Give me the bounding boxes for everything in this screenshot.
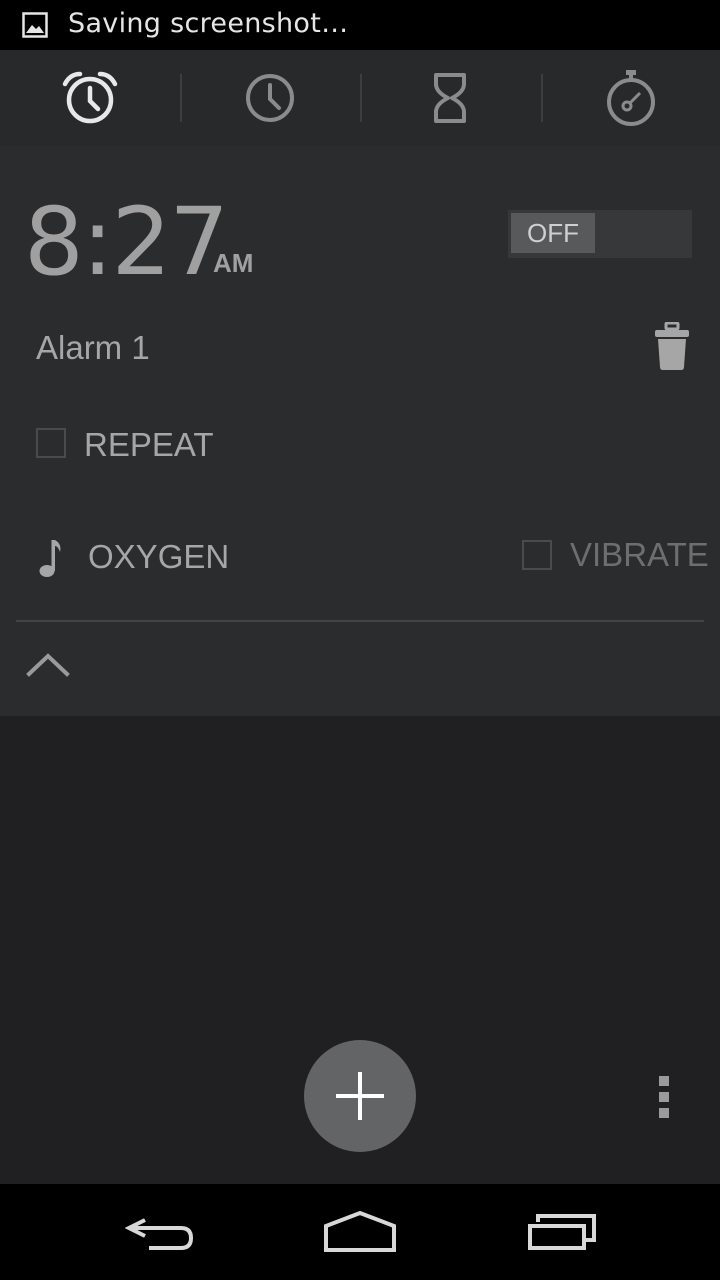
alarm-ampm: AM <box>213 248 254 278</box>
tab-alarm[interactable] <box>0 50 180 146</box>
alarm-card[interactable]: 8:27 AM OFF Alarm 1 REPEAT OXYGEN VIBRAT… <box>0 146 720 716</box>
alarm-label[interactable]: Alarm 1 <box>36 329 150 367</box>
recents-button[interactable] <box>482 1184 642 1280</box>
tab-bar <box>0 50 720 146</box>
plus-icon <box>336 1072 384 1120</box>
repeat-label[interactable]: REPEAT <box>84 426 214 464</box>
home-icon <box>324 1210 396 1252</box>
overflow-menu-icon[interactable] <box>654 1074 674 1120</box>
status-text: Saving screenshot… <box>68 8 349 39</box>
divider <box>16 620 704 622</box>
tab-clock[interactable] <box>180 50 360 146</box>
recents-icon <box>528 1214 596 1250</box>
image-icon <box>22 12 48 38</box>
vibrate-checkbox[interactable] <box>522 540 552 570</box>
ringtone-label[interactable]: OXYGEN <box>88 538 229 576</box>
status-bar: Saving screenshot… <box>0 0 720 50</box>
clock-icon <box>246 74 294 122</box>
music-note-icon <box>39 540 61 577</box>
stopwatch-icon <box>607 70 655 126</box>
home-button[interactable] <box>280 1184 440 1280</box>
back-button[interactable] <box>80 1184 240 1280</box>
add-alarm-button[interactable] <box>304 1040 416 1152</box>
vibrate-label[interactable]: VIBRATE <box>570 536 709 574</box>
hourglass-icon <box>434 73 466 123</box>
tab-stopwatch[interactable] <box>541 50 720 146</box>
navigation-bar <box>0 1184 720 1280</box>
trash-icon[interactable] <box>652 322 692 372</box>
repeat-checkbox[interactable] <box>36 428 66 458</box>
back-icon <box>125 1218 194 1250</box>
tab-timer[interactable] <box>360 50 540 146</box>
alarm-toggle[interactable]: OFF <box>508 210 692 258</box>
alarm-clock-icon <box>62 71 118 124</box>
chevron-up-icon[interactable] <box>26 652 70 678</box>
toggle-thumb: OFF <box>511 213 595 253</box>
alarm-time[interactable]: 8:27 <box>24 196 229 290</box>
